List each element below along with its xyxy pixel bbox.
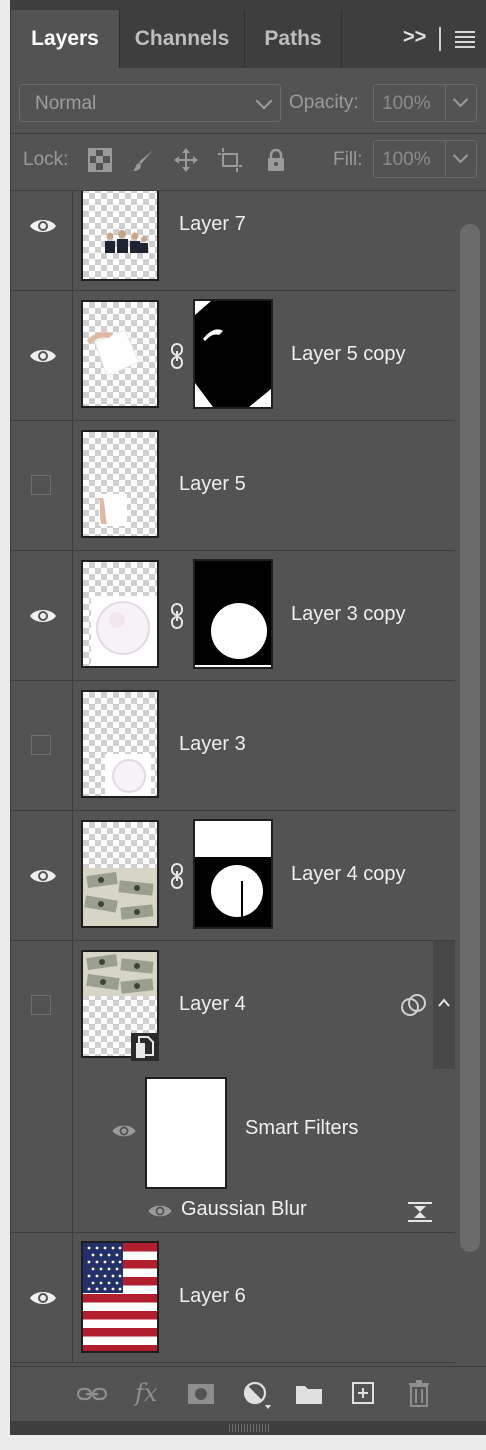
fx-icon[interactable]: fx [135, 1379, 157, 1407]
layer-thumbnail [81, 191, 159, 281]
layer-row[interactable]: Layer 3 [11, 681, 455, 811]
opacity-dropdown[interactable] [445, 85, 476, 121]
panel-footer: fx [11, 1366, 486, 1422]
resize-grip[interactable] [229, 1424, 269, 1432]
visibility-toggle[interactable] [11, 191, 73, 290]
new-group-icon[interactable] [295, 1383, 323, 1405]
layer-row[interactable]: Layer 4 Smart Filters Gaussian Blur [11, 941, 455, 1233]
visibility-toggle[interactable] [11, 421, 73, 550]
chevron-down-icon [452, 91, 469, 108]
eye-icon[interactable] [29, 217, 57, 235]
layer-thumbnail [81, 430, 159, 538]
layer-name[interactable]: Layer 3 [179, 733, 246, 756]
layer-name[interactable]: Layer 7 [179, 213, 246, 236]
layer-thumbnail [81, 300, 159, 408]
tab-overflow-button[interactable]: >> [403, 26, 426, 49]
visibility-toggle[interactable] [11, 681, 73, 810]
layer-name[interactable]: Layer 4 [179, 993, 246, 1016]
chevron-down-icon [255, 92, 273, 110]
lock-all-icon[interactable] [263, 147, 289, 173]
layer-name[interactable]: Layer 4 copy [291, 863, 406, 886]
layer-mask-thumbnail[interactable] [193, 559, 273, 669]
smart-filter-indicator-icon [401, 994, 426, 1016]
layer-name[interactable]: Layer 6 [179, 1285, 246, 1308]
scrollbar-thumb[interactable] [460, 224, 480, 1252]
mask-link-icon[interactable] [170, 603, 184, 629]
tab-channels[interactable]: Channels [120, 10, 244, 68]
tab-divider [439, 27, 441, 51]
link-layers-icon[interactable] [77, 1384, 107, 1404]
panel-menu-icon[interactable] [455, 31, 475, 51]
visibility-checkbox[interactable] [31, 995, 51, 1015]
mask-link-icon[interactable] [170, 863, 184, 889]
fill-label: Fill: [333, 149, 363, 170]
layer-row[interactable]: Layer 5 [11, 421, 455, 551]
eye-icon[interactable] [29, 867, 57, 885]
visibility-toggle[interactable] [11, 551, 73, 680]
layer-thumbnail [81, 820, 159, 928]
visibility-toggle[interactable] [11, 811, 73, 940]
layer-mask-thumbnail[interactable] [193, 299, 273, 409]
visibility-toggle[interactable] [11, 1233, 73, 1362]
visibility-checkbox[interactable] [31, 475, 51, 495]
layer-row[interactable]: Layer 3 copy [11, 551, 455, 681]
visibility-toggle[interactable] [11, 941, 73, 1232]
eye-icon[interactable] [147, 1203, 173, 1219]
new-layer-icon[interactable] [351, 1381, 375, 1405]
smart-filter-mask-thumbnail[interactable] [145, 1077, 227, 1189]
opacity-field[interactable]: 100% [373, 84, 477, 122]
tab-bar: Layers Channels Paths >> [11, 0, 486, 68]
lock-image-pixels-icon[interactable] [131, 147, 157, 173]
layer-row[interactable]: Layer 7 [11, 191, 455, 291]
layer-name[interactable]: Layer 5 [179, 473, 246, 496]
tab-paths[interactable]: Paths [245, 10, 341, 68]
layer-name[interactable]: Layer 5 copy [291, 343, 406, 366]
layers-list: Layer 7 Layer 5 copy Layer 5 Layer 3 cop… [11, 191, 455, 1366]
layer-row[interactable]: Layer 6 [11, 1233, 455, 1363]
smart-object-icon [131, 1033, 159, 1061]
mask-link-icon[interactable] [170, 343, 184, 369]
layer-mask-thumbnail[interactable] [193, 819, 273, 929]
resize-bar[interactable] [11, 1421, 486, 1435]
visibility-checkbox[interactable] [31, 735, 51, 755]
layer-thumbnail [81, 1241, 159, 1353]
adjustment-layer-icon[interactable] [243, 1381, 273, 1411]
layer-row[interactable]: Layer 5 copy [11, 291, 455, 421]
tab-layers[interactable]: Layers [11, 10, 119, 68]
eye-icon[interactable] [29, 1289, 57, 1307]
fill-value: 100% [382, 149, 431, 170]
lock-label: Lock: [23, 149, 69, 170]
opacity-label: Opacity: [289, 92, 359, 113]
layer-thumbnail [81, 560, 159, 668]
delete-layer-icon[interactable] [407, 1379, 431, 1407]
layers-panel: Layers Channels Paths >> Normal Opacity:… [10, 0, 486, 1435]
filter-blending-options-icon[interactable] [407, 1201, 433, 1223]
lock-transparent-pixels-icon[interactable] [87, 147, 113, 173]
layer-name[interactable]: Layer 3 copy [291, 603, 406, 626]
eye-icon[interactable] [29, 607, 57, 625]
eye-icon[interactable] [111, 1123, 137, 1139]
chevron-up-icon[interactable] [437, 997, 451, 1009]
opacity-value: 100% [382, 93, 431, 114]
smart-filters-label[interactable]: Smart Filters [245, 1117, 358, 1140]
layer-row[interactable]: Layer 4 copy [11, 811, 455, 941]
visibility-toggle[interactable] [11, 291, 73, 420]
blend-mode-select[interactable]: Normal [19, 84, 281, 122]
add-mask-icon[interactable] [187, 1383, 215, 1405]
eye-icon[interactable] [29, 347, 57, 365]
chevron-down-icon [452, 147, 469, 164]
lock-artboard-icon[interactable] [217, 147, 243, 173]
blend-mode-value: Normal [35, 93, 97, 114]
fill-field[interactable]: 100% [373, 140, 477, 178]
fill-dropdown[interactable] [445, 141, 476, 177]
filter-name[interactable]: Gaussian Blur [181, 1198, 307, 1221]
layer-thumbnail [81, 690, 159, 798]
lock-position-icon[interactable] [173, 147, 199, 173]
